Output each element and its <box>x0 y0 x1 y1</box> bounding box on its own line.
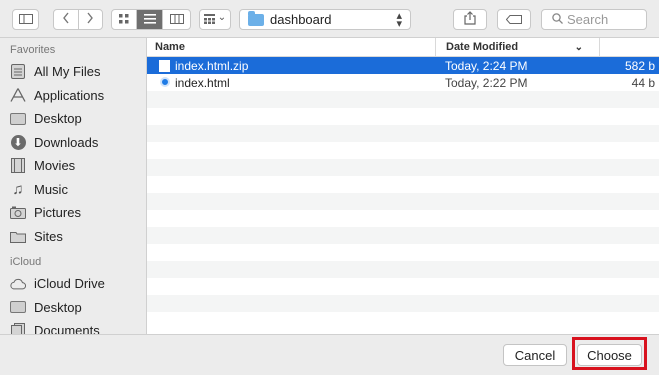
empty-row <box>147 142 659 159</box>
list-view-button[interactable] <box>137 10 163 29</box>
table-row[interactable]: index.html Today, 2:22 PM 44 b <box>147 74 659 91</box>
sidebar-item-label: Pictures <box>34 205 81 221</box>
sidebar-item-label: Desktop <box>34 299 82 315</box>
toolbar: ⌄ dashboard ▴ ▾ Search <box>0 0 659 38</box>
sidebar-item-movies[interactable]: Movies <box>0 154 146 178</box>
column-header-date-label: Date Modified <box>446 41 519 53</box>
updown-chevron-icon: ▴ ▾ <box>396 10 402 30</box>
sidebar-item-downloads[interactable]: ⬇ Downloads <box>0 131 146 155</box>
empty-row <box>147 125 659 142</box>
empty-row <box>147 261 659 278</box>
sidebar-item-all-my-files[interactable]: All My Files <box>0 60 146 84</box>
sidebar-item-applications[interactable]: Applications <box>0 84 146 108</box>
sidebar-item-icloud-drive[interactable]: iCloud Drive <box>0 272 146 296</box>
movies-icon <box>10 158 26 174</box>
sort-chevron-icon: ⌄ <box>574 41 583 53</box>
file-size: 582 b <box>624 58 655 73</box>
list-view-icon <box>143 12 156 27</box>
bottom-bar: Cancel Choose <box>0 334 659 375</box>
arrange-grid-icon <box>203 12 215 27</box>
sidebar-item-label: Music <box>34 181 68 197</box>
sidebar-item-label: iCloud Drive <box>34 276 105 292</box>
empty-row <box>147 312 659 329</box>
empty-row <box>147 159 659 176</box>
empty-row <box>147 193 659 210</box>
cancel-button[interactable]: Cancel <box>503 344 567 366</box>
file-list: Name Date Modified ⌄ index.html.zip Toda… <box>146 38 659 334</box>
sidebar-item-desktop[interactable]: Desktop <box>0 107 146 131</box>
html-file-icon <box>160 77 170 87</box>
list-header: Name Date Modified ⌄ <box>147 38 659 57</box>
desktop-icon <box>10 111 26 127</box>
file-date: Today, 2:24 PM <box>445 58 528 73</box>
empty-row <box>147 176 659 193</box>
share-icon <box>464 11 476 28</box>
file-date: Today, 2:22 PM <box>445 75 528 90</box>
applications-icon <box>10 87 26 103</box>
sidebar-item-label: Movies <box>34 158 76 174</box>
documents-icon <box>10 323 26 334</box>
column-view-icon <box>169 12 184 27</box>
forward-button[interactable] <box>79 10 103 29</box>
empty-row <box>147 108 659 125</box>
music-icon: ♫ <box>12 180 24 198</box>
zip-file-icon <box>159 60 170 72</box>
search-field[interactable]: Search <box>541 9 647 30</box>
share-button[interactable] <box>453 9 487 30</box>
empty-row <box>147 278 659 295</box>
empty-row <box>147 244 659 261</box>
file-size: 44 b <box>631 75 655 90</box>
file-name: index.html.zip <box>175 58 249 73</box>
back-forward-control <box>53 9 103 30</box>
column-header-name[interactable]: Name <box>155 41 185 53</box>
file-name: index.html <box>175 75 230 90</box>
back-button[interactable] <box>54 10 79 29</box>
all-files-icon <box>10 64 26 80</box>
icon-view-button[interactable] <box>112 10 137 29</box>
sidebar-item-icloud-desktop[interactable]: Desktop <box>0 296 146 320</box>
sidebar: Favorites All My Files Applications Desk… <box>0 38 146 334</box>
sidebar-item-pictures[interactable]: Pictures <box>0 201 146 225</box>
choose-button[interactable]: Choose <box>577 344 642 366</box>
column-view-button[interactable] <box>163 10 190 29</box>
magnifier-icon <box>552 12 563 27</box>
sidebar-icon <box>18 12 33 27</box>
tag-icon <box>505 12 522 27</box>
icon-view-icon <box>119 12 129 27</box>
view-mode-control <box>111 9 191 30</box>
table-row[interactable]: index.html.zip Today, 2:24 PM 582 b <box>147 57 659 74</box>
sidebar-item-label: Desktop <box>34 111 82 127</box>
empty-row <box>147 91 659 108</box>
chevron-left-icon <box>62 12 70 27</box>
sidebar-item-label: All My Files <box>34 64 101 80</box>
pictures-icon <box>10 205 26 221</box>
favorites-heading: Favorites <box>10 44 56 56</box>
path-folder-label: dashboard <box>270 12 332 27</box>
sidebar-item-label: Downloads <box>34 134 99 150</box>
tag-button[interactable] <box>497 9 531 30</box>
empty-row <box>147 210 659 227</box>
path-popup[interactable]: dashboard ▴ ▾ <box>239 9 411 30</box>
sidebar-item-documents[interactable]: Documents <box>0 319 146 334</box>
downloads-icon: ⬇ <box>10 134 26 150</box>
chevron-down-icon: ⌄ <box>217 12 227 23</box>
icloud-heading: iCloud <box>10 256 42 268</box>
empty-row <box>147 295 659 312</box>
column-header-date-modified[interactable]: Date Modified ⌄ <box>435 38 595 57</box>
sidebar-toggle-button[interactable] <box>12 9 39 30</box>
desktop-icon <box>10 299 26 315</box>
sidebar-item-sites[interactable]: Sites <box>0 225 146 249</box>
folder-icon <box>10 228 26 244</box>
chevron-right-icon <box>86 12 94 27</box>
folder-icon <box>248 10 264 26</box>
sidebar-item-label: Documents <box>34 323 100 334</box>
cloud-icon <box>10 276 26 292</box>
empty-row <box>147 227 659 244</box>
search-placeholder: Search <box>567 12 609 27</box>
sidebar-item-music[interactable]: ♫ Music <box>0 178 146 202</box>
arrange-button[interactable]: ⌄ <box>199 9 231 30</box>
sidebar-item-label: Applications <box>34 87 105 103</box>
column-header-size[interactable] <box>599 38 659 57</box>
sidebar-item-label: Sites <box>34 228 63 244</box>
